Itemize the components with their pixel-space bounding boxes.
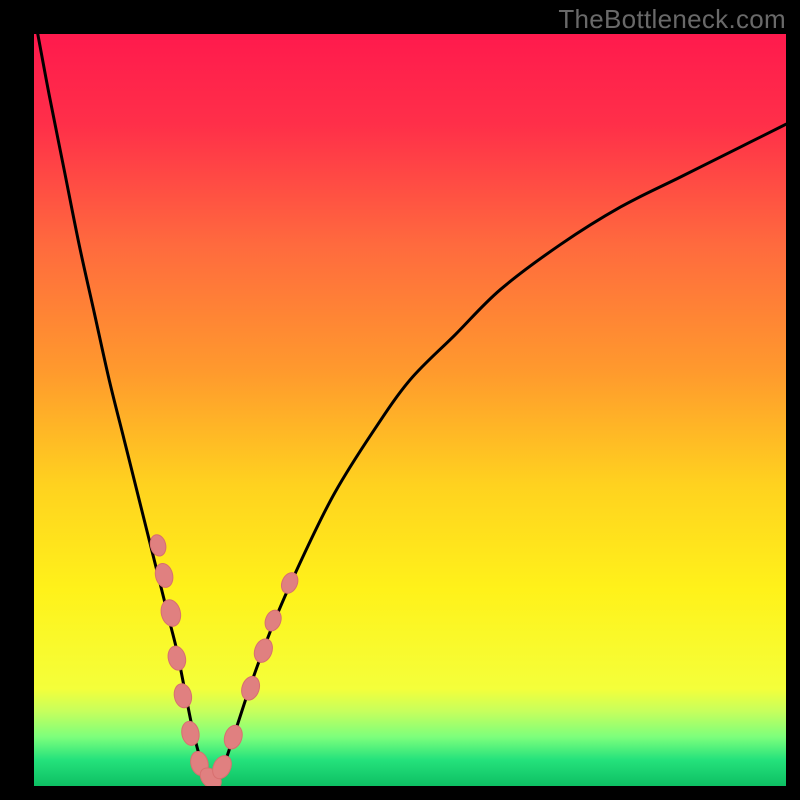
curve-marker — [221, 723, 245, 751]
curve-marker — [251, 636, 276, 665]
bottleneck-curve-path — [38, 34, 786, 786]
curve-marker — [166, 644, 188, 672]
curve-marker — [148, 533, 168, 558]
curve-marker — [262, 608, 284, 634]
curve-marker — [278, 570, 301, 596]
curve-marker — [172, 682, 194, 709]
curve-marker — [158, 598, 183, 629]
curve-marker — [239, 674, 263, 702]
watermark-text: TheBottleneck.com — [558, 4, 786, 35]
plot-area — [34, 34, 786, 786]
outer-frame: TheBottleneck.com — [0, 0, 800, 800]
marker-group — [148, 533, 301, 786]
curve-marker — [180, 720, 202, 747]
curve-layer — [34, 34, 786, 786]
